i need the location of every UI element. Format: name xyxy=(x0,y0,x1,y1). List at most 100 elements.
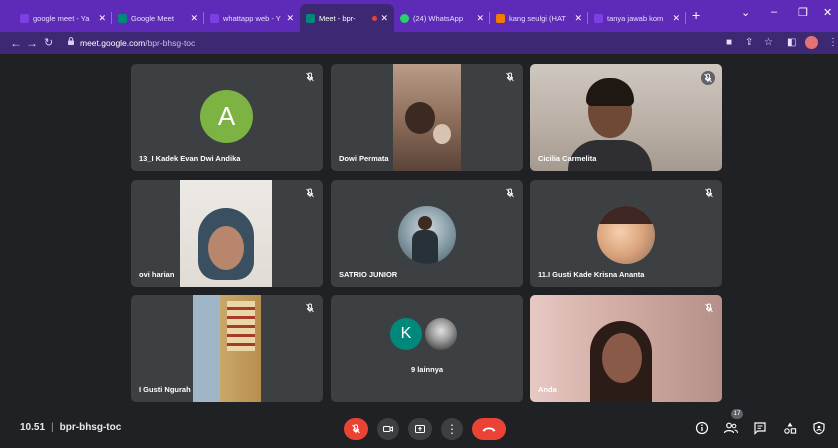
browser-tab[interactable]: tanya jawab kom ✕ xyxy=(588,4,686,32)
shield-icon xyxy=(813,421,825,435)
restore-button[interactable]: ❐ xyxy=(798,6,808,19)
meeting-info: 10.51 | bpr-bhsg-toc xyxy=(20,422,122,433)
present-screen-button[interactable] xyxy=(408,418,432,440)
leave-call-button[interactable] xyxy=(472,418,506,440)
chat-button[interactable] xyxy=(751,419,769,437)
close-tab-icon[interactable]: ✕ xyxy=(672,13,680,24)
meeting-code: bpr-bhsg-toc xyxy=(59,422,122,433)
participant-tile[interactable]: Cicilia Carmelita xyxy=(530,64,722,171)
new-tab-button[interactable]: + xyxy=(692,8,700,22)
menu-more-icon[interactable]: ⋮ xyxy=(828,37,838,49)
toggle-mic-button[interactable] xyxy=(344,418,368,440)
info-icon xyxy=(695,421,709,435)
camera-in-use-icon[interactable]: ■ xyxy=(726,37,732,49)
participant-tile[interactable]: I Gusti Ngurah xyxy=(131,295,323,402)
background-object xyxy=(433,124,451,144)
toggle-camera-button[interactable] xyxy=(377,418,399,440)
end-call-icon xyxy=(482,427,496,432)
back-icon[interactable]: ← xyxy=(10,35,22,51)
yahoo-icon xyxy=(594,13,603,23)
tab-search-icon[interactable]: ⌄ xyxy=(741,6,750,19)
activities-icon xyxy=(784,422,797,434)
participant-video xyxy=(393,64,461,171)
participant-tile-others[interactable]: K 9 lainnya xyxy=(331,295,523,402)
mic-off-icon xyxy=(352,424,360,434)
webtoon-icon xyxy=(496,13,505,23)
google-meet-icon xyxy=(118,13,127,23)
participant-avatar: K xyxy=(390,318,422,350)
mic-off-icon xyxy=(705,188,713,198)
close-window-button[interactable]: ✕ xyxy=(823,6,832,19)
close-tab-icon[interactable]: ✕ xyxy=(380,13,388,24)
participant-avatar: A xyxy=(200,90,253,143)
people-button[interactable] xyxy=(722,419,740,437)
side-panel-icon[interactable]: ◧ xyxy=(787,37,796,49)
activities-button[interactable] xyxy=(781,419,799,437)
close-tab-icon[interactable]: ✕ xyxy=(190,13,198,24)
participant-tile[interactable]: SATRIO JUNIOR xyxy=(331,180,523,287)
participant-avatar-photo xyxy=(425,318,457,350)
browser-tab[interactable]: whattapp web - Y ✕ xyxy=(204,4,300,32)
close-tab-icon[interactable]: ✕ xyxy=(286,13,294,24)
participant-name: ovi harian xyxy=(139,270,175,279)
person-hair xyxy=(586,78,634,106)
participant-count-badge: 17 xyxy=(731,409,743,419)
camera-icon xyxy=(383,426,393,432)
mic-off-icon xyxy=(705,303,713,313)
wall-calendar xyxy=(227,301,255,351)
person-silhouette xyxy=(405,102,435,134)
google-meet-icon xyxy=(306,13,315,23)
participant-video xyxy=(193,295,261,402)
yahoo-icon xyxy=(20,13,29,23)
participant-avatar-photo xyxy=(398,206,456,264)
mic-off-icon xyxy=(306,72,314,82)
participant-tile[interactable]: Dowi Permata xyxy=(331,64,523,171)
recording-dot-icon xyxy=(372,15,378,21)
browser-tab-strip: google meet - Ya ✕ Google Meet ✕ whattap… xyxy=(0,0,838,32)
share-icon[interactable]: ⇪ xyxy=(745,37,753,49)
yahoo-icon xyxy=(210,13,219,23)
more-vert-icon: ⋮ xyxy=(446,422,458,436)
mic-off-icon xyxy=(701,71,715,85)
browser-tab[interactable]: Google Meet ✕ xyxy=(112,4,204,32)
participant-name: Cicilia Carmelita xyxy=(538,154,597,163)
participant-name: I Gusti Ngurah xyxy=(139,385,191,394)
host-controls-button[interactable] xyxy=(810,419,828,437)
person-face xyxy=(208,226,244,270)
bookmark-star-icon[interactable]: ☆ xyxy=(764,37,773,49)
participant-tile[interactable]: 11.I Gusti Kade Krisna Ananta xyxy=(530,180,722,287)
minimize-button[interactable]: – xyxy=(771,6,777,18)
profile-avatar-icon[interactable] xyxy=(805,36,818,49)
mic-off-icon xyxy=(306,188,314,198)
meeting-details-button[interactable] xyxy=(693,419,711,437)
url-domain: meet.google.com xyxy=(80,38,146,48)
browser-tab-active[interactable]: Meet - bpr- ✕ xyxy=(300,4,394,32)
mic-off-icon xyxy=(506,72,514,82)
address-bar: ← → ↻ meet.google.com/bpr-bhsg-toc ■ ⇪ ☆… xyxy=(0,32,838,54)
browser-tab[interactable]: kang seulgi (HAT ✕ xyxy=(490,4,588,32)
forward-icon[interactable]: → xyxy=(26,35,38,51)
close-tab-icon[interactable]: ✕ xyxy=(98,13,106,24)
chat-icon xyxy=(754,422,766,435)
others-count-label: 9 lainnya xyxy=(410,365,444,374)
more-options-button[interactable]: ⋮ xyxy=(441,418,463,440)
meeting-time: 10.51 xyxy=(20,422,46,433)
participant-tile-self[interactable]: Anda xyxy=(530,295,722,402)
lock-icon[interactable] xyxy=(68,37,74,45)
reload-icon[interactable]: ↻ xyxy=(44,35,53,51)
participant-tile[interactable]: A 13_I Kadek Evan Dwi Andika xyxy=(131,64,323,171)
meeting-control-bar: 10.51 | bpr-bhsg-toc ⋮ xyxy=(0,408,838,448)
close-tab-icon[interactable]: ✕ xyxy=(574,13,582,24)
browser-tab[interactable]: google meet - Ya ✕ xyxy=(14,4,112,32)
participant-tile[interactable]: ovi harian xyxy=(131,180,323,287)
participant-name: Anda xyxy=(538,385,557,394)
url-field[interactable]: meet.google.com/bpr-bhsg-toc xyxy=(80,36,195,50)
participant-name: Dowi Permata xyxy=(339,154,389,163)
whatsapp-icon xyxy=(400,13,409,23)
url-path: /bpr-bhsg-toc xyxy=(145,38,196,48)
mic-off-icon xyxy=(306,303,314,313)
people-icon xyxy=(723,422,738,434)
browser-tab[interactable]: (24) WhatsApp ✕ xyxy=(394,4,490,32)
close-tab-icon[interactable]: ✕ xyxy=(476,13,484,24)
participant-name: 13_I Kadek Evan Dwi Andika xyxy=(139,154,241,163)
